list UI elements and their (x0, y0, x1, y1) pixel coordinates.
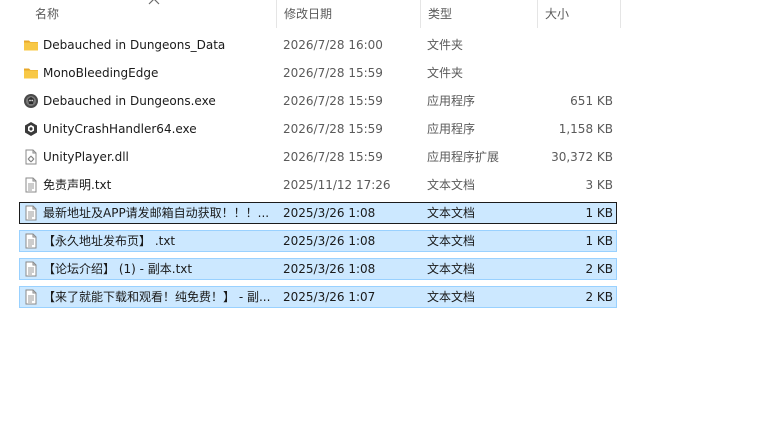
file-name: UnityPlayer.dll (43, 150, 129, 164)
unity-app-icon (23, 121, 39, 137)
file-size: 2 KB (585, 290, 613, 304)
file-date: 2026/7/28 15:59 (283, 94, 383, 108)
file-date: 2025/3/26 1:07 (283, 290, 376, 304)
file-list: Debauched in Dungeons_Data 2026/7/28 16:… (0, 31, 765, 311)
folder-icon (23, 37, 39, 53)
file-row[interactable]: UnityCrashHandler64.exe 2026/7/28 15:59 … (0, 115, 765, 143)
file-date: 2026/7/28 15:59 (283, 122, 383, 136)
game-app-icon (23, 93, 39, 109)
text-file-icon (23, 177, 39, 193)
text-file-icon (23, 261, 39, 277)
text-file-icon (23, 205, 39, 221)
file-type: 文本文档 (427, 178, 476, 192)
file-name: 【来了就能下载和观看！纯免费！】 - 副... (43, 290, 271, 304)
file-type: 文本文档 (427, 234, 476, 248)
file-row[interactable]: 最新地址及APP请发邮箱自动获取！！！... 2025/3/26 1:08 文本… (0, 199, 765, 227)
file-date: 2026/7/28 15:59 (283, 66, 383, 80)
file-type: 文本文档 (427, 262, 476, 276)
file-type: 应用程序扩展 (427, 150, 500, 164)
column-header-type[interactable]: 类型 (420, 0, 537, 28)
file-size: 30,372 KB (551, 150, 613, 164)
file-date: 2026/7/28 15:59 (283, 150, 383, 164)
column-divider[interactable] (620, 0, 621, 28)
file-size: 3 KB (585, 178, 613, 192)
file-row[interactable]: 【论坛介绍】 (1) - 副本.txt 2025/3/26 1:08 文本文档 … (0, 255, 765, 283)
file-size (537, 31, 613, 59)
text-file-icon (23, 289, 39, 305)
file-date: 2025/3/26 1:08 (283, 206, 376, 220)
file-name: 免责声明.txt (43, 178, 112, 192)
column-header-date[interactable]: 修改日期 (276, 0, 420, 28)
file-size: 651 KB (570, 94, 613, 108)
file-name: Debauched in Dungeons.exe (43, 94, 216, 108)
column-header-bar: 名称 修改日期 类型 大小 (0, 0, 621, 28)
file-row[interactable]: Debauched in Dungeons.exe 2026/7/28 15:5… (0, 87, 765, 115)
column-header-size[interactable]: 大小 (537, 0, 621, 28)
file-date: 2025/3/26 1:08 (283, 234, 376, 248)
file-size: 2 KB (585, 262, 613, 276)
file-explorer: 名称 修改日期 类型 大小 Debauched in Dungeons_Data… (0, 0, 765, 441)
file-type: 文本文档 (427, 290, 476, 304)
file-type: 应用程序 (427, 94, 476, 108)
file-size (537, 59, 613, 87)
file-name: 【永久地址发布页】 .txt (43, 234, 176, 248)
file-name: Debauched in Dungeons_Data (43, 38, 226, 52)
file-type: 文件夹 (427, 66, 464, 80)
file-type: 文件夹 (427, 38, 464, 52)
file-size: 1 KB (585, 206, 613, 220)
file-date: 2025/3/26 1:08 (283, 262, 376, 276)
file-row[interactable]: 免责声明.txt 2025/11/12 17:26 文本文档 3 KB (0, 171, 765, 199)
dll-file-icon (23, 149, 39, 165)
file-row[interactable]: Debauched in Dungeons_Data 2026/7/28 16:… (0, 31, 765, 59)
folder-icon (23, 65, 39, 81)
file-name: MonoBleedingEdge (43, 66, 159, 80)
file-row[interactable]: MonoBleedingEdge 2026/7/28 15:59 文件夹 (0, 59, 765, 87)
sort-ascending-icon (148, 0, 160, 6)
file-name: 【论坛介绍】 (1) - 副本.txt (43, 262, 193, 276)
file-size: 1,158 KB (558, 122, 613, 136)
file-name: 最新地址及APP请发邮箱自动获取！！！... (43, 206, 270, 220)
file-type: 文本文档 (427, 206, 476, 220)
file-type: 应用程序 (427, 122, 476, 136)
text-file-icon (23, 233, 39, 249)
file-date: 2026/7/28 16:00 (283, 38, 383, 52)
file-row[interactable]: 【来了就能下载和观看！纯免费！】 - 副... 2025/3/26 1:07 文… (0, 283, 765, 311)
file-row[interactable]: UnityPlayer.dll 2026/7/28 15:59 应用程序扩展 3… (0, 143, 765, 171)
file-size: 1 KB (585, 234, 613, 248)
file-row[interactable]: 【永久地址发布页】 .txt 2025/3/26 1:08 文本文档 1 KB (0, 227, 765, 255)
file-name: UnityCrashHandler64.exe (43, 122, 197, 136)
file-date: 2025/11/12 17:26 (283, 178, 391, 192)
